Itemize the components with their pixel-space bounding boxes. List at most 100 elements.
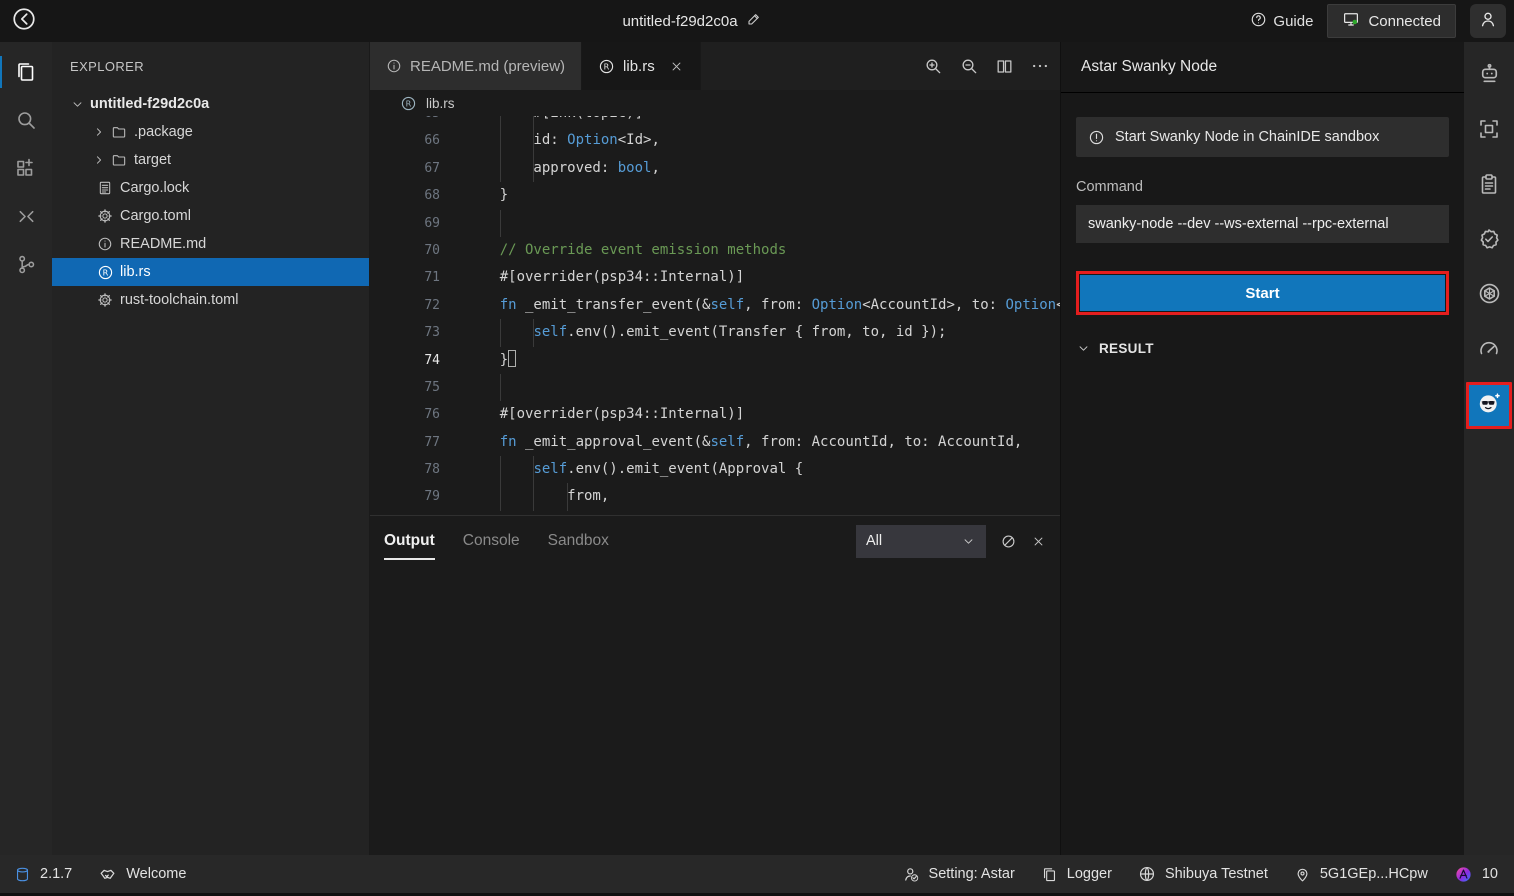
database-icon	[14, 866, 31, 883]
plugin-item-swanky[interactable]	[1466, 382, 1512, 429]
titlebar-actions: Guide Connected	[1250, 0, 1506, 42]
status-item-label: Setting: Astar	[929, 866, 1015, 882]
avatar[interactable]	[1470, 4, 1506, 38]
activity-bar-left	[0, 42, 52, 855]
plugin-item-clipboard[interactable]	[1466, 162, 1512, 210]
status-item-label: 10	[1482, 866, 1498, 882]
activity-item-extensions[interactable]	[0, 144, 52, 192]
guide-button[interactable]: Guide	[1250, 11, 1313, 32]
code-line-67: 67 approved: bool,	[370, 155, 1060, 182]
command-input[interactable]	[1076, 205, 1449, 243]
tree-item-target[interactable]: target	[52, 146, 369, 174]
panel-tab-console[interactable]: Console	[463, 516, 520, 566]
swanky-icon	[1476, 390, 1502, 421]
editor-actions	[923, 42, 1050, 90]
status-item-logger[interactable]: Logger	[1041, 866, 1112, 883]
code-line-75: 75	[370, 374, 1060, 401]
code-line-65: 65 #[ink(topic)]	[370, 116, 1060, 127]
chevron-right-icon	[90, 125, 108, 139]
question-icon	[1250, 11, 1267, 32]
tree-item-label: untitled-f29d2c0a	[90, 96, 209, 112]
status-item-welcome[interactable]: Welcome	[98, 865, 186, 884]
status-item-setting-astar[interactable]: Setting: Astar	[902, 865, 1015, 883]
edit-pencil-icon[interactable]	[746, 11, 762, 31]
plugin-item-gauge[interactable]	[1466, 327, 1512, 375]
sandbox-notice-text: Start Swanky Node in ChainIDE sandbox	[1115, 129, 1379, 145]
breadcrumb[interactable]: R lib.rs	[370, 90, 1060, 116]
start-button[interactable]: Start	[1080, 275, 1445, 311]
status-item-shibuya-testnet[interactable]: Shibuya Testnet	[1138, 865, 1268, 883]
tree-item--package[interactable]: .package	[52, 118, 369, 146]
more-icon[interactable]	[1030, 56, 1050, 76]
tree-item-label: .package	[134, 124, 193, 140]
code-text: #[overrider(psp34::Internal)]	[466, 401, 744, 428]
verified-icon	[1477, 227, 1501, 256]
command-label: Command	[1076, 179, 1449, 195]
activity-item-git-branch[interactable]	[0, 240, 52, 288]
log-filter-dropdown[interactable]: All	[856, 525, 986, 558]
svg-text:R: R	[406, 98, 412, 108]
status-bar-left: 2.1.7 Welcome	[14, 865, 186, 884]
code-text: from,	[466, 483, 609, 510]
sandbox-notice: Start Swanky Node in ChainIDE sandbox	[1076, 117, 1449, 157]
clear-output-icon[interactable]	[1000, 533, 1017, 550]
activity-item-files[interactable]	[0, 48, 52, 96]
gauge-icon	[1477, 337, 1501, 366]
code-line-66: 66 id: Option<Id>,	[370, 127, 1060, 154]
plugin-item-verified[interactable]	[1466, 217, 1512, 265]
indent-guide	[533, 127, 534, 154]
tab-readme-md-preview-[interactable]: README.md (preview)	[370, 42, 582, 90]
plugin-panel-body: Start Swanky Node in ChainIDE sandbox Co…	[1061, 93, 1464, 356]
astar-token-icon	[1454, 865, 1473, 884]
line-number: 69	[370, 210, 440, 237]
close-icon[interactable]	[669, 59, 684, 74]
plugin-item-scan[interactable]	[1466, 107, 1512, 155]
breadcrumb-file: lib.rs	[426, 96, 455, 111]
panel-tab-output[interactable]: Output	[384, 516, 435, 566]
tree-item-cargo-lock[interactable]: Cargo.lock	[52, 174, 369, 202]
activity-item-search[interactable]	[0, 96, 52, 144]
activity-item-collapse[interactable]	[0, 192, 52, 240]
plugin-item-robot[interactable]	[1466, 52, 1512, 100]
status-item-label: Welcome	[126, 866, 186, 882]
status-item-10[interactable]: 10	[1454, 865, 1498, 884]
handshake-icon	[98, 865, 117, 884]
split-editor-icon[interactable]	[995, 57, 1014, 76]
plugin-item-openai[interactable]	[1466, 272, 1512, 320]
code-text: self.env().emit_event(Transfer { from, t…	[466, 319, 946, 346]
status-bar-right: Setting: Astar Logger Shibuya Testnet 5G1GE…	[902, 865, 1498, 884]
globe-icon	[1138, 865, 1156, 883]
tab-label: lib.rs	[623, 58, 655, 75]
tree-item-cargo-toml[interactable]: Cargo.toml	[52, 202, 369, 230]
zoom-in-icon[interactable]	[923, 56, 943, 76]
connected-button[interactable]: Connected	[1327, 4, 1456, 38]
tree-item-label: target	[134, 152, 171, 168]
code-line-70: 70 // Override event emission methods	[370, 237, 1060, 264]
tree-item-lib-rs[interactable]: Rlib.rs	[52, 258, 369, 286]
robot-icon	[1477, 61, 1502, 91]
chevron-down-icon	[68, 97, 86, 112]
title-bar: untitled-f29d2c0a Guide Connected	[0, 0, 1514, 42]
zoom-out-icon[interactable]	[959, 56, 979, 76]
bottom-panel-actions: All	[856, 516, 1046, 566]
code-text: }	[466, 182, 508, 209]
result-section-header[interactable]: RESULT	[1076, 341, 1449, 356]
status-bar: 2.1.7 Welcome Setting: Astar Logger Shibuya…	[0, 855, 1514, 893]
status-item-2-1-7[interactable]: 2.1.7	[14, 866, 72, 883]
tree-item-rust-toolchain-toml[interactable]: rust-toolchain.toml	[52, 286, 369, 314]
explorer-sidebar: EXPLORER untitled-f29d2c0a.packagetarget…	[52, 42, 370, 855]
start-button-highlight: Start	[1076, 271, 1449, 315]
tree-item-readme-md[interactable]: README.md	[52, 230, 369, 258]
code-editor[interactable]: 65 #[ink(topic)]66 id: Option<Id>,67 app…	[370, 116, 1060, 515]
tree-item-untitled-f29d2c0a[interactable]: untitled-f29d2c0a	[52, 90, 369, 118]
rust-icon: R	[598, 58, 615, 75]
tab-lib-rs[interactable]: Rlib.rs	[582, 42, 701, 90]
tree-item-label: Cargo.toml	[120, 208, 191, 224]
indent-guide	[500, 456, 501, 483]
code-line-78: 78 self.env().emit_event(Approval {	[370, 456, 1060, 483]
status-item-5g1gep-hcpw[interactable]: 5G1GEp...HCpw	[1294, 866, 1428, 883]
line-number: 67	[370, 155, 440, 182]
panel-tab-sandbox[interactable]: Sandbox	[548, 516, 609, 566]
close-icon[interactable]	[1031, 534, 1046, 549]
status-item-label: Shibuya Testnet	[1165, 866, 1268, 882]
